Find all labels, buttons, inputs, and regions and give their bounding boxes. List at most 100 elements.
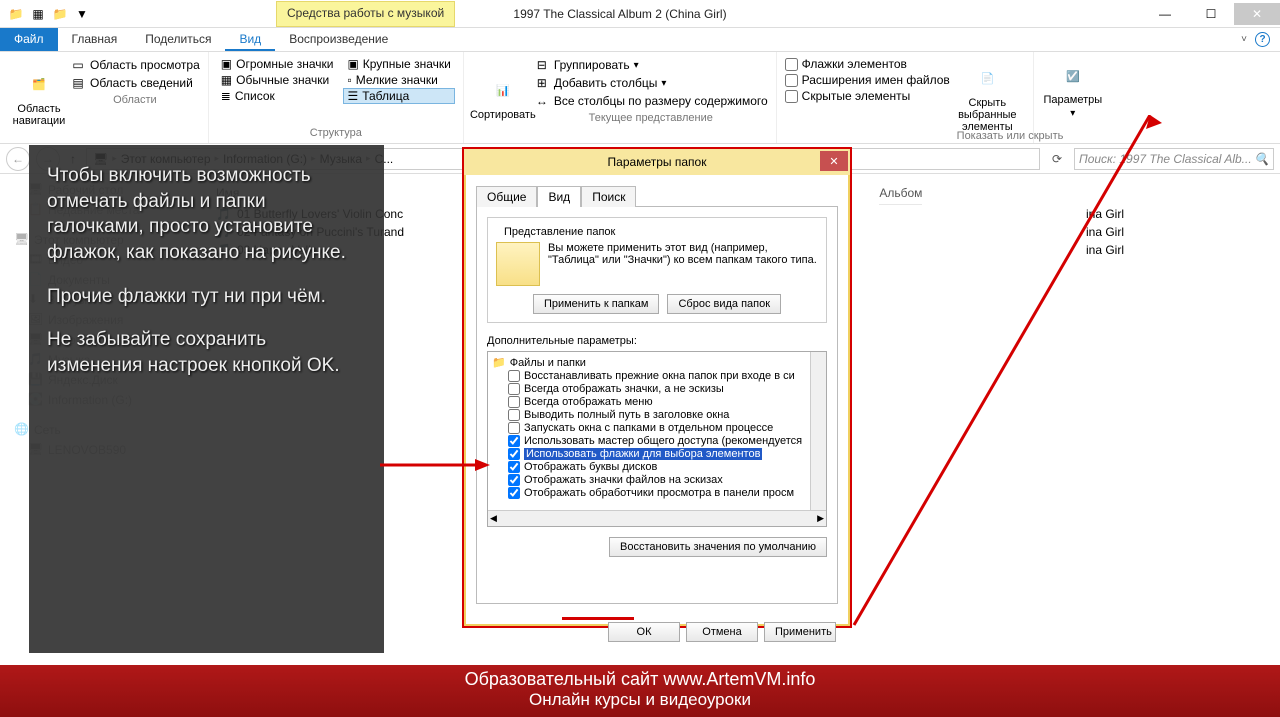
layout-small-icons[interactable]: ▫Мелкие значки	[343, 72, 454, 88]
setting-thumb-icons[interactable]: Отображать значки файлов на эскизах	[492, 474, 822, 487]
settings-hscrollbar[interactable]: ◀▶	[488, 510, 826, 526]
help-icon[interactable]: ?	[1255, 32, 1270, 47]
column-album[interactable]: Альбом	[879, 182, 922, 205]
reset-folders-button[interactable]: Сброс вида папок	[667, 294, 781, 314]
tab-share[interactable]: Поделиться	[131, 28, 225, 51]
medium-icons-icon: ▦	[221, 73, 232, 87]
tab-file[interactable]: Файл	[0, 28, 58, 51]
ribbon-collapse-icon[interactable]: ˅	[1241, 34, 1247, 45]
setting-checkbox[interactable]	[508, 370, 520, 382]
cancel-button[interactable]: Отмена	[686, 622, 758, 642]
layout-medium-icons[interactable]: ▦Обычные значки	[217, 72, 338, 88]
setting-full-path[interactable]: Выводить полный путь в заголовке окна	[492, 409, 822, 422]
details-pane-label: Область сведений	[90, 76, 193, 90]
settings-header-label: Файлы и папки	[510, 357, 586, 369]
apply-to-folders-button[interactable]: Применить к папкам	[533, 294, 660, 314]
banner-line2: Онлайн курсы и видеоуроки	[0, 690, 1280, 710]
advanced-settings-list[interactable]: 📁 Файлы и папки Восстанавливать прежние о…	[487, 351, 827, 527]
large-icons-icon: ▣	[347, 57, 358, 71]
tab-play[interactable]: Воспроизведение	[275, 28, 402, 51]
tutorial-p2: Прочие флажки тут ни при чём.	[47, 284, 366, 310]
pc-icon: 🖥	[14, 232, 30, 248]
navigation-pane-button[interactable]: 🗂️ Область навигации	[8, 56, 70, 139]
add-col-icon: ⊞	[534, 75, 550, 91]
setting-checkbox[interactable]	[508, 435, 520, 447]
ok-button[interactable]: ОК	[608, 622, 680, 642]
tab-home[interactable]: Главная	[58, 28, 132, 51]
setting-label: Использовать мастер общего доступа (реко…	[524, 435, 802, 447]
settings-vscrollbar[interactable]	[810, 352, 826, 510]
size-columns-button[interactable]: ↔Все столбцы по размеру содержимого	[534, 92, 768, 110]
item-checkboxes-toggle[interactable]: Флажки элементов	[785, 56, 950, 72]
setting-checkbox[interactable]	[508, 409, 520, 421]
setting-always-icons[interactable]: Всегда отображать значки, а не эскизы	[492, 383, 822, 396]
file-ext-label: Расширения имен файлов	[802, 73, 950, 87]
file-album: ina Girl	[1086, 207, 1264, 221]
maximize-button[interactable]: ☐	[1188, 3, 1234, 25]
qat-dropdown-icon[interactable]: ▼	[74, 6, 90, 22]
folder-icon: 📁	[492, 356, 506, 369]
dialog-tab-view[interactable]: Вид	[537, 186, 581, 207]
setting-restore-windows[interactable]: Восстанавливать прежние окна папок при в…	[492, 370, 822, 383]
search-input[interactable]: Поиск: 1997 The Classical Alb... 🔍	[1074, 148, 1274, 170]
net-icon: 🌐	[14, 422, 30, 438]
group-by-label: Группировать	[554, 58, 630, 72]
item-checkboxes-checkbox[interactable]	[785, 58, 798, 71]
layout-huge-icons[interactable]: ▣Огромные значки	[217, 56, 338, 72]
small-icons-icon: ▫	[347, 73, 351, 87]
layout-details[interactable]: ☰ Таблица	[343, 88, 454, 104]
setting-separate-process[interactable]: Запускать окна с папками в отдельном про…	[492, 422, 822, 435]
large-icons-label: Крупные значки	[363, 57, 451, 71]
setting-drive-letters[interactable]: Отображать буквы дисков	[492, 461, 822, 474]
group-showhide-label: Показать или скрыть	[820, 128, 1200, 142]
sort-label: Сортировать	[470, 109, 536, 121]
back-button[interactable]: ←	[6, 147, 30, 171]
setting-use-checkboxes[interactable]: Использовать флажки для выбора элементов	[492, 448, 822, 461]
setting-checkbox[interactable]	[508, 448, 520, 460]
hidden-items-toggle[interactable]: Скрытые элементы	[785, 88, 950, 104]
apply-button[interactable]: Применить	[764, 622, 836, 642]
preview-pane-button[interactable]: ▭Область просмотра	[70, 56, 200, 74]
hide-selected-button[interactable]: 📄 Скрыть выбранные элементы	[950, 56, 1025, 139]
dialog-tab-general[interactable]: Общие	[476, 186, 537, 207]
details-view-icon: ☰	[347, 89, 358, 103]
hidden-items-checkbox[interactable]	[785, 90, 798, 103]
dialog-tab-search[interactable]: Поиск	[581, 186, 636, 207]
group-icon: ⊟	[534, 57, 550, 73]
sort-button[interactable]: 📊 Сортировать	[472, 56, 534, 139]
layout-list[interactable]: ≣Список	[217, 88, 338, 104]
setting-checkbox[interactable]	[508, 461, 520, 473]
refresh-button[interactable]: ⟳	[1046, 148, 1068, 170]
qat-properties-icon[interactable]: ▦	[30, 6, 46, 22]
close-button[interactable]: ✕	[1234, 3, 1280, 25]
details-label: Таблица	[362, 89, 409, 103]
setting-always-menu[interactable]: Всегда отображать меню	[492, 396, 822, 409]
file-ext-toggle[interactable]: Расширения имен файлов	[785, 72, 950, 88]
context-tab-heading: Средства работы с музыкой	[276, 1, 455, 27]
dialog-close-button[interactable]: ✕	[820, 151, 848, 171]
setting-checkbox[interactable]	[508, 396, 520, 408]
setting-checkbox[interactable]	[508, 474, 520, 486]
qat-newfolder-icon[interactable]: 📁	[52, 6, 68, 22]
setting-preview-handlers[interactable]: Отображать обработчики просмотра в панел…	[492, 487, 822, 500]
setting-checkbox[interactable]	[508, 383, 520, 395]
navpane-icon: 🗂️	[23, 69, 55, 101]
setting-checkbox[interactable]	[508, 487, 520, 499]
layout-large-icons[interactable]: ▣ Крупные значки	[343, 56, 454, 72]
add-columns-button[interactable]: ⊞Добавить столбцы ▾	[534, 74, 768, 92]
group-by-button[interactable]: ⊟Группировать ▾	[534, 56, 768, 74]
restore-defaults-button[interactable]: Восстановить значения по умолчанию	[609, 537, 827, 557]
tab-view[interactable]: Вид	[225, 28, 275, 51]
setting-label: Восстанавливать прежние окна папок при в…	[524, 370, 795, 382]
minimize-button[interactable]: —	[1142, 3, 1188, 25]
options-button[interactable]: ☑️ Параметры ▾	[1042, 56, 1104, 123]
file-ext-checkbox[interactable]	[785, 74, 798, 87]
advanced-label: Дополнительные параметры:	[487, 335, 827, 347]
setting-sharing-wizard[interactable]: Использовать мастер общего доступа (реко…	[492, 435, 822, 448]
details-pane-button[interactable]: ▤Область сведений	[70, 74, 200, 92]
tutorial-overlay: Чтобы включить возможность отмечать файл…	[29, 145, 384, 653]
item-checkboxes-label: Флажки элементов	[802, 57, 907, 71]
file-album: ina Girl	[1086, 225, 1264, 239]
folder-views-legend: Представление папок	[500, 226, 619, 238]
setting-checkbox[interactable]	[508, 422, 520, 434]
